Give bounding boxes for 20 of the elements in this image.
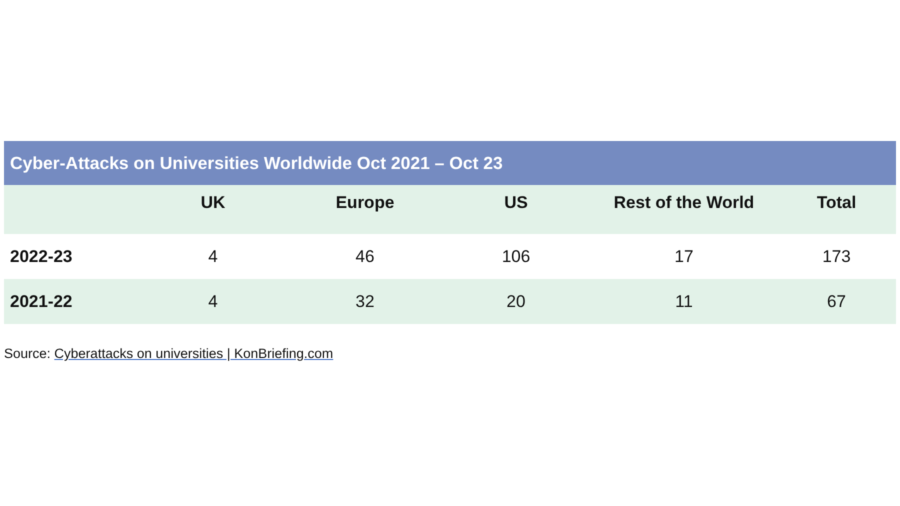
source-link[interactable]: Cyberattacks on universities | KonBriefing.com <box>54 346 334 361</box>
table-title: Cyber-Attacks on Universities Worldwide Oct 2021 – Oct 23 <box>4 141 896 185</box>
table-cell: 32 <box>289 279 441 324</box>
table-cell: 106 <box>441 234 591 279</box>
table-cell: 11 <box>591 279 777 324</box>
table-cell: 173 <box>777 234 896 279</box>
column-header: Total <box>777 185 896 234</box>
table-cell: 17 <box>591 234 777 279</box>
column-header: Rest of the World <box>591 185 777 234</box>
table-cell: 4 <box>137 234 289 279</box>
column-header: Europe <box>289 185 441 234</box>
table-cell: 4 <box>137 279 289 324</box>
table-cell: 46 <box>289 234 441 279</box>
row-label: 2021-22 <box>4 279 137 324</box>
table-cell: 20 <box>441 279 591 324</box>
column-header: US <box>441 185 591 234</box>
row-label: 2022-23 <box>4 234 137 279</box>
table-cell: 67 <box>777 279 896 324</box>
column-header: UK <box>137 185 289 234</box>
source-label: Source: <box>4 346 51 361</box>
